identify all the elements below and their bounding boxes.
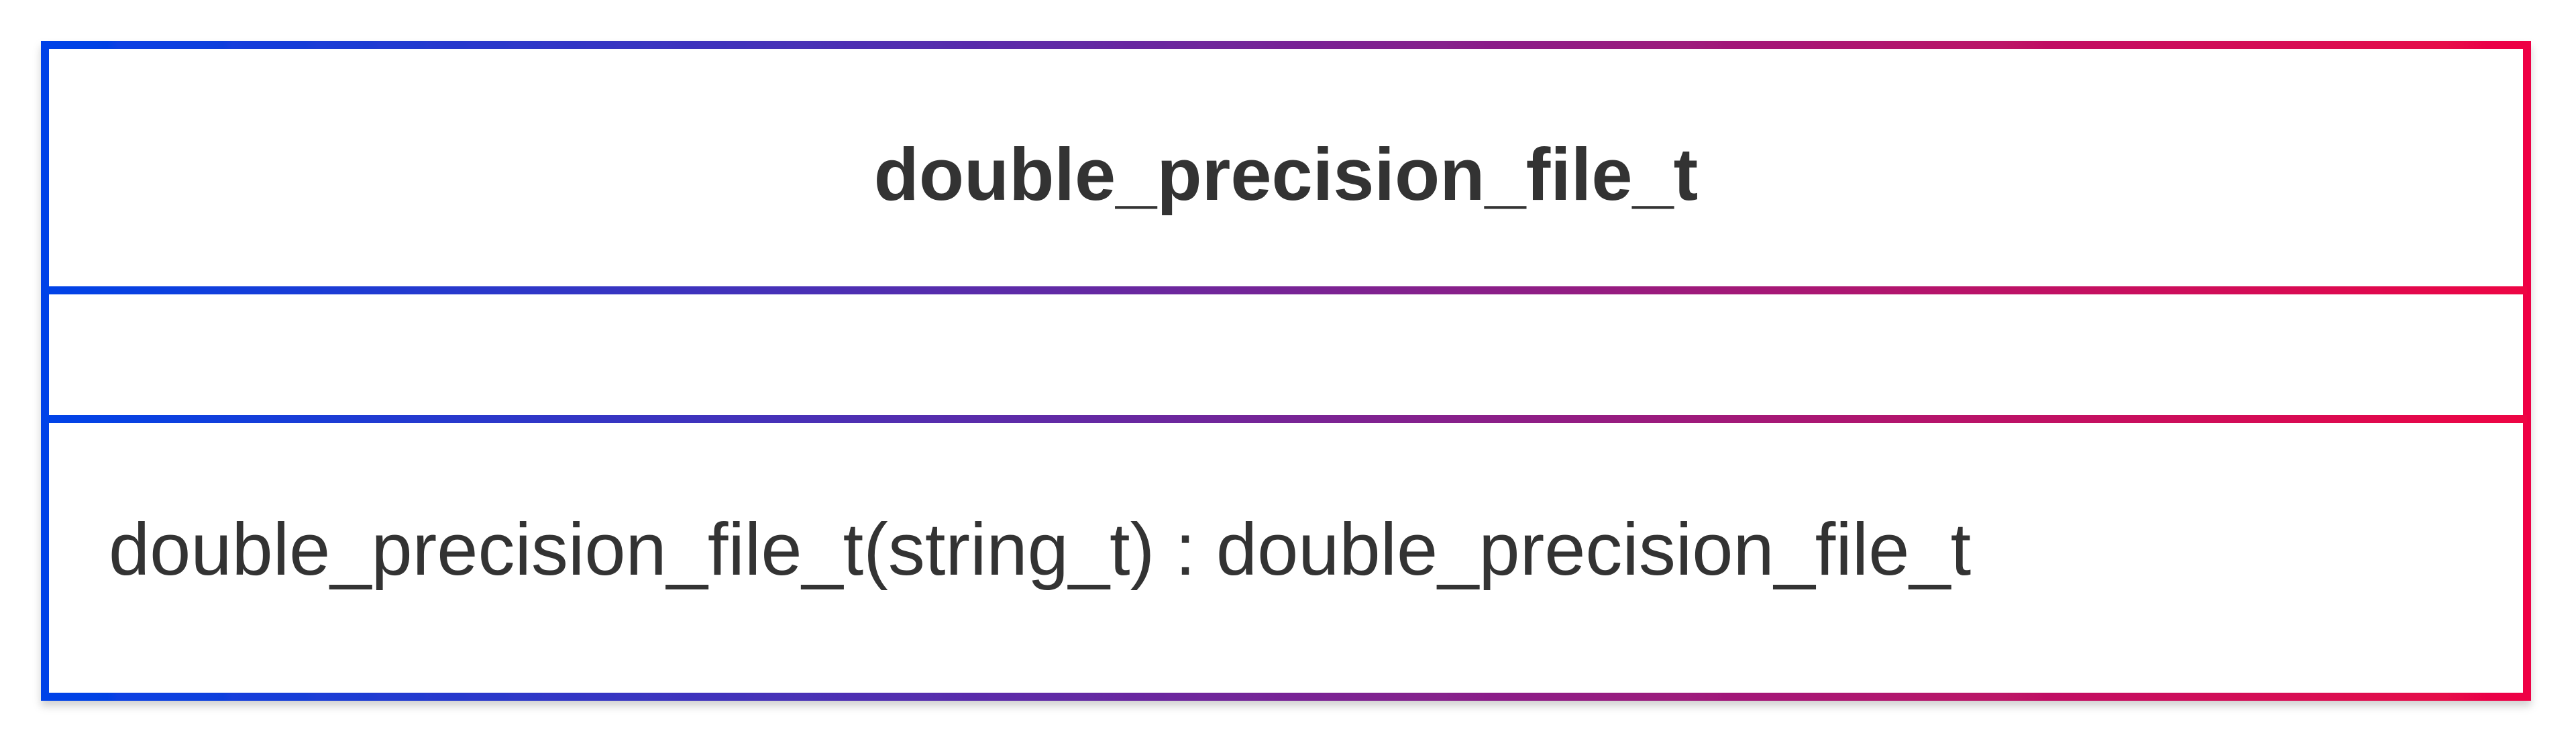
attributes-divider <box>45 415 2527 423</box>
diagram-canvas: double_precision_file_t double_precision… <box>0 0 2576 743</box>
uml-class-box: double_precision_file_t double_precision… <box>41 41 2531 701</box>
method-row: double_precision_file_t(string_t) : doub… <box>109 508 1971 591</box>
class-name: double_precision_file_t <box>874 133 1699 216</box>
class-diagram: double_precision_file_t double_precision… <box>41 41 2531 701</box>
methods-compartment: double_precision_file_t(string_t) : doub… <box>109 508 1971 591</box>
header-divider <box>45 286 2527 294</box>
